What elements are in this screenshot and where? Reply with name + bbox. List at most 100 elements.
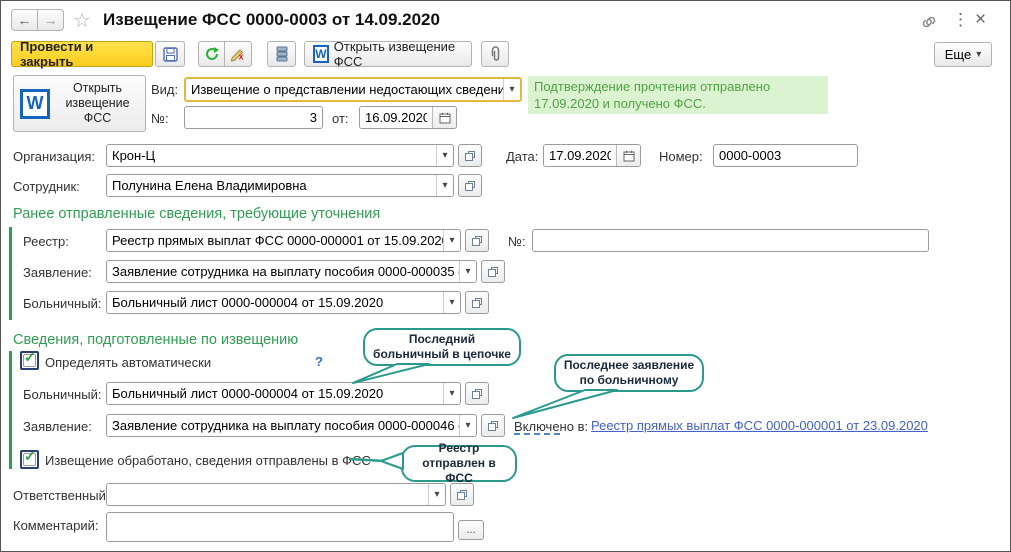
chevron-down-icon[interactable]: ▾ (443, 383, 460, 404)
calendar-icon[interactable] (616, 145, 640, 166)
calendar-icon[interactable] (432, 107, 456, 128)
organization-value: Крон-Ц (107, 145, 436, 166)
get-link-icon[interactable] (921, 14, 937, 35)
open-form-icon (487, 420, 499, 432)
open-fss-notice-toolbar-button[interactable]: W Открыть извещение ФСС (304, 41, 472, 67)
sick-new-value: Больничный лист 0000-000004 от 15.09.202… (107, 383, 443, 404)
doc-date-field (543, 144, 641, 167)
number-label: Номер: (659, 149, 703, 164)
registry-open-button[interactable] (465, 229, 489, 252)
processed-label[interactable]: Извещение обработано, сведения отправлен… (45, 453, 371, 468)
statement-new-open-button[interactable] (481, 414, 505, 437)
word-icon: W (20, 89, 50, 119)
sick-prev-value: Больничный лист 0000-000004 от 15.09.202… (107, 292, 443, 313)
refresh-button[interactable] (198, 41, 226, 67)
chevron-down-icon: ▾ (976, 49, 981, 60)
more-button[interactable]: Еще ▾ (934, 42, 992, 67)
organization-combobox[interactable]: Крон-Ц ▾ (106, 144, 454, 167)
forward-icon: → (44, 12, 58, 28)
responsible-combobox[interactable]: ▾ (106, 483, 446, 506)
chevron-down-icon[interactable]: ▾ (428, 484, 445, 505)
open-fss-notice-side-button[interactable]: W Открыть извещение ФСС (13, 75, 146, 132)
number-input[interactable] (713, 144, 858, 167)
pencil-x-icon: x (230, 46, 246, 62)
statement-new-combobox[interactable]: Заявление сотрудника на выплату пособия … (106, 414, 477, 437)
chevron-down-icon[interactable]: ▾ (436, 175, 453, 196)
notice-date-field (359, 106, 457, 129)
callout-last-statement: Последнее заявление по больничному (554, 354, 704, 392)
date-label: Дата: (506, 149, 538, 164)
employee-value: Полунина Елена Владимировна (107, 175, 436, 196)
attachments-button[interactable] (481, 41, 509, 67)
employee-combobox[interactable]: Полунина Елена Владимировна ▾ (106, 174, 454, 197)
back-button[interactable]: ← (11, 9, 38, 31)
responsible-open-button[interactable] (450, 483, 474, 506)
responsible-label: Ответственный: (13, 488, 109, 503)
sick-new-label: Больничный: (23, 387, 101, 402)
registry-value: Реестр прямых выплат ФСС 0000-000001 от … (107, 230, 443, 251)
vid-label: Вид: (151, 82, 178, 97)
sick-prev-combobox[interactable]: Больничный лист 0000-000004 от 15.09.202… (106, 291, 461, 314)
employee-open-button[interactable] (458, 174, 482, 197)
organization-open-button[interactable] (458, 144, 482, 167)
sick-prev-open-button[interactable] (465, 291, 489, 314)
post-and-close-button[interactable]: Провести и закрыть (11, 41, 153, 67)
forward-button[interactable]: → (37, 9, 64, 31)
callout-last-sick: Последний больничный в цепочке (363, 328, 521, 366)
processed-checkbox[interactable]: ✓ (20, 450, 39, 469)
statement-new-label: Заявление: (23, 419, 92, 434)
comment-input[interactable] (106, 512, 454, 542)
statement-prev-combobox[interactable]: Заявление сотрудника на выплату пособия … (106, 260, 477, 283)
more-label: Еще (945, 47, 971, 62)
statement-new-value: Заявление сотрудника на выплату пособия … (107, 415, 459, 436)
registry-combobox[interactable]: Реестр прямых выплат ФСС 0000-000001 от … (106, 229, 461, 252)
save-button[interactable] (155, 41, 185, 67)
registry-label: Реестр: (23, 234, 69, 249)
page-title: Извещение ФСС 0000-0003 от 14.09.2020 (103, 10, 440, 30)
chevron-down-icon[interactable]: ▾ (459, 261, 476, 282)
chevron-down-icon[interactable]: ▾ (443, 230, 460, 251)
open-form-icon (471, 235, 483, 247)
vid-combobox[interactable]: Извещение о представлении недостающих св… (184, 77, 522, 102)
back-icon: ← (18, 12, 32, 28)
auto-detect-checkbox[interactable]: ✓ (20, 351, 39, 370)
sick-new-open-button[interactable] (465, 382, 489, 405)
open-form-icon (464, 180, 476, 192)
favorite-star-icon[interactable]: ☆ (73, 8, 91, 33)
chevron-down-icon[interactable]: ▾ (459, 415, 476, 436)
open-form-icon (471, 297, 483, 309)
check-icon: ✓ (24, 448, 36, 465)
open-fss-notice-side-label: Открыть извещение ФСС (56, 81, 139, 126)
num-input[interactable] (184, 106, 323, 129)
notice-date-input[interactable] (360, 107, 432, 128)
auto-detect-label[interactable]: Определять автоматически (45, 355, 211, 370)
cancel-edit-button[interactable]: x (224, 41, 252, 67)
sick-new-combobox[interactable]: Больничный лист 0000-000004 от 15.09.202… (106, 382, 461, 405)
statement-prev-open-button[interactable] (481, 260, 505, 283)
chevron-down-icon[interactable]: ▾ (503, 79, 520, 100)
structure-button[interactable] (267, 41, 296, 67)
menu-kebab-icon[interactable]: ⋮ (952, 10, 969, 30)
close-icon[interactable]: × (975, 9, 986, 31)
registry-num-input[interactable] (532, 229, 929, 252)
responsible-value (107, 484, 428, 505)
sick-prev-label: Больничный: (23, 296, 101, 311)
post-and-close-label: Провести и закрыть (20, 39, 144, 69)
employee-label: Сотрудник: (13, 179, 80, 194)
registry-num-label: №: (508, 234, 526, 249)
included-registry-link[interactable]: Реестр прямых выплат ФСС 0000-000001 от … (591, 418, 928, 433)
help-link[interactable]: ? (315, 354, 323, 369)
check-icon: ✓ (24, 349, 36, 366)
chevron-down-icon[interactable]: ▾ (443, 292, 460, 313)
floppy-icon (163, 47, 178, 62)
open-form-icon (456, 489, 468, 501)
num-label: №: (151, 111, 169, 126)
confirmation-message: Подтверждение прочтения отправлено 17.09… (528, 76, 828, 114)
doc-date-input[interactable] (544, 145, 616, 166)
chevron-down-icon[interactable]: ▾ (436, 145, 453, 166)
statement-prev-label: Заявление: (23, 265, 92, 280)
comment-expand-button[interactable]: ... (458, 520, 484, 540)
fss-notice-window: ← → ☆ Извещение ФСС 0000-0003 от 14.09.2… (0, 0, 1011, 552)
list-stack-icon (275, 46, 289, 62)
statement-prev-value: Заявление сотрудника на выплату пособия … (107, 261, 459, 282)
